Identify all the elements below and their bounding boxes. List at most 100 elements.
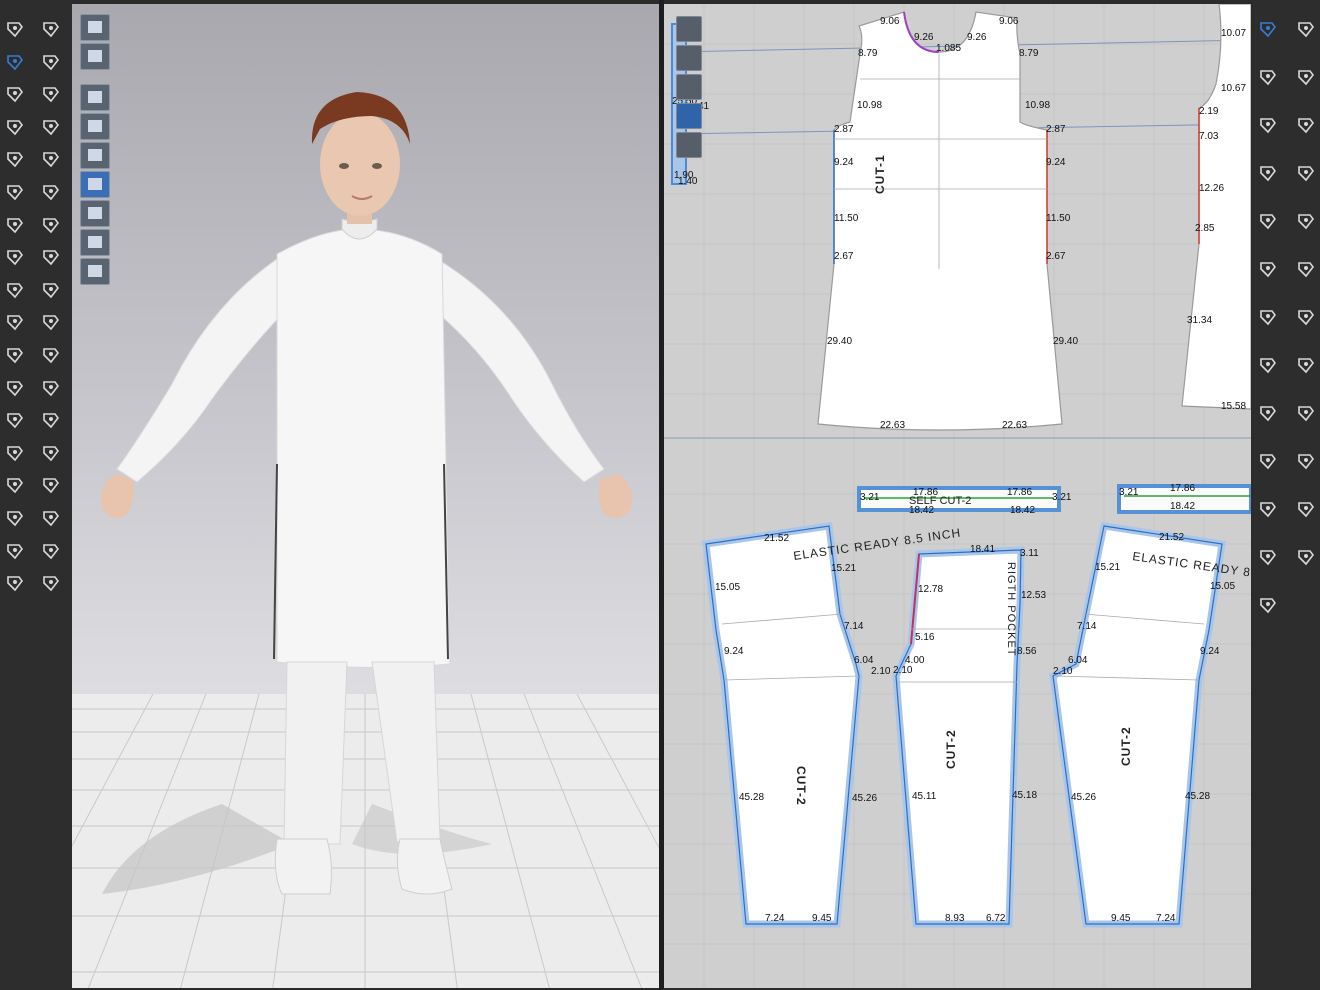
texture-icon[interactable] — [676, 103, 702, 129]
grid-icon[interactable] — [80, 258, 110, 285]
back-kurta-pattern-piece[interactable] — [1181, 4, 1251, 410]
measurement-label: 8.56 — [1017, 646, 1037, 657]
trim-icon[interactable] — [38, 244, 64, 270]
pin-icon[interactable] — [38, 114, 64, 140]
text-icon[interactable] — [1255, 448, 1281, 474]
skin-icon[interactable] — [80, 229, 110, 256]
pocket-icon[interactable] — [1293, 352, 1319, 378]
grade-icon[interactable] — [1255, 256, 1281, 282]
pen-icon[interactable] — [2, 277, 28, 303]
add-point-icon[interactable] — [38, 49, 64, 75]
measurement-label: 2.10 — [871, 666, 891, 677]
measurement-label: 15.21 — [831, 563, 856, 574]
box-view-icon[interactable] — [80, 14, 110, 41]
measurement-label: 31.34 — [1187, 315, 1212, 326]
show-garment-icon[interactable] — [80, 84, 110, 111]
rectangle-icon[interactable] — [1255, 64, 1281, 90]
measurement-label: 15.21 — [1095, 562, 1120, 573]
symmetry-icon[interactable] — [1293, 256, 1319, 282]
gradient-icon[interactable] — [38, 440, 64, 466]
trouser-leg-pattern-piece-2[interactable]: CUT-2 RIGTH POCKET — [892, 546, 1025, 928]
measurement-label: 45.26 — [852, 793, 877, 804]
texture-icon[interactable] — [80, 171, 110, 198]
record-icon[interactable] — [2, 472, 28, 498]
fold-arrange-icon[interactable] — [38, 505, 64, 531]
measurement-label: 22.63 — [880, 420, 905, 431]
zigzag-icon[interactable] — [1255, 544, 1281, 570]
edit-pattern-icon[interactable] — [1255, 16, 1281, 42]
measurement-label: 9.24 — [834, 157, 854, 168]
show-pins-icon[interactable] — [80, 142, 110, 169]
pipe-icon[interactable] — [2, 440, 28, 466]
texture-icon[interactable] — [38, 407, 64, 433]
piping-icon[interactable] — [2, 538, 28, 564]
3d-viewport[interactable] — [72, 4, 659, 988]
puckering-icon[interactable] — [1255, 352, 1281, 378]
iron-icon[interactable] — [1255, 160, 1281, 186]
garment-icon[interactable] — [2, 16, 28, 42]
tape-icon[interactable] — [2, 179, 28, 205]
anchor-icon[interactable] — [38, 570, 64, 596]
topstitch-icon[interactable] — [2, 375, 28, 401]
grade-icon[interactable] — [2, 505, 28, 531]
show-avatar-icon[interactable] — [80, 113, 110, 140]
measurement-label: 9.24 — [1046, 157, 1066, 168]
measurement-label: 8.79 — [1019, 48, 1039, 59]
select-icon[interactable] — [676, 16, 702, 42]
polygon-icon[interactable] — [1293, 16, 1319, 42]
puckering-icon[interactable] — [2, 407, 28, 433]
info-icon[interactable] — [676, 74, 702, 100]
transform-icon[interactable] — [2, 81, 28, 107]
dart-icon[interactable] — [1255, 112, 1281, 138]
avatar-icon[interactable] — [2, 244, 28, 270]
measurement-label: 3.11 — [1020, 548, 1039, 559]
zipper-icon[interactable] — [2, 342, 28, 368]
measurement-label: 6.72 — [986, 913, 1006, 924]
curve-icon[interactable] — [1293, 64, 1319, 90]
shirt-icon[interactable] — [2, 114, 28, 140]
shirt-view-icon[interactable] — [80, 43, 110, 70]
sewing-icon[interactable] — [38, 146, 64, 172]
grid-icon[interactable] — [1255, 496, 1281, 522]
fold-icon[interactable] — [80, 200, 110, 227]
fabric-icon[interactable] — [1293, 544, 1319, 570]
camera-icon[interactable] — [38, 212, 64, 238]
fold-icon[interactable] — [2, 146, 28, 172]
measure-icon[interactable] — [2, 212, 28, 238]
fold-icon[interactable] — [1293, 160, 1319, 186]
measurement-label: 1.085 — [936, 43, 961, 54]
cut1-label: CUT-1 — [873, 154, 887, 194]
button-icon[interactable] — [38, 277, 64, 303]
strengthen-icon[interactable] — [2, 570, 28, 596]
measurement-label: 2.87 — [834, 124, 854, 135]
measure-icon[interactable] — [1255, 400, 1281, 426]
avatar-icon[interactable] — [1255, 592, 1281, 618]
pattern-icon[interactable] — [38, 179, 64, 205]
select-move-icon[interactable] — [2, 49, 28, 75]
annotation-icon[interactable] — [1293, 448, 1319, 474]
2d-pattern-window[interactable]: CUT-1 SELF CUT-2 CUT-2 ELASTIC READY 8.5… — [664, 4, 1251, 988]
tack-icon[interactable] — [38, 81, 64, 107]
measurement-label: 10.07 — [1221, 28, 1246, 39]
notch-icon[interactable] — [1293, 304, 1319, 330]
show-pattern-icon[interactable] — [676, 45, 702, 71]
cut-icon[interactable] — [1255, 304, 1281, 330]
shirt-icon[interactable] — [1255, 208, 1281, 234]
ruler-icon[interactable] — [38, 538, 64, 564]
hanger-icon[interactable] — [2, 309, 28, 335]
measurement-label: 17.86 — [913, 487, 938, 498]
fabric-icon[interactable] — [38, 342, 64, 368]
layer-icon[interactable] — [38, 375, 64, 401]
seam-icon[interactable] — [1293, 112, 1319, 138]
lock-icon[interactable] — [676, 132, 702, 158]
buttonhole-icon[interactable] — [38, 309, 64, 335]
arrange-icon[interactable] — [38, 472, 64, 498]
trace-icon[interactable] — [1293, 208, 1319, 234]
avatar[interactable] — [101, 92, 632, 895]
topstitch-icon[interactable] — [1293, 496, 1319, 522]
ruler-icon[interactable] — [1293, 400, 1319, 426]
measurement-label: 12.78 — [918, 584, 943, 595]
walk-icon[interactable] — [38, 16, 64, 42]
measurement-label: 9.45 — [1111, 913, 1131, 924]
measurement-label: 22.63 — [1002, 420, 1027, 431]
